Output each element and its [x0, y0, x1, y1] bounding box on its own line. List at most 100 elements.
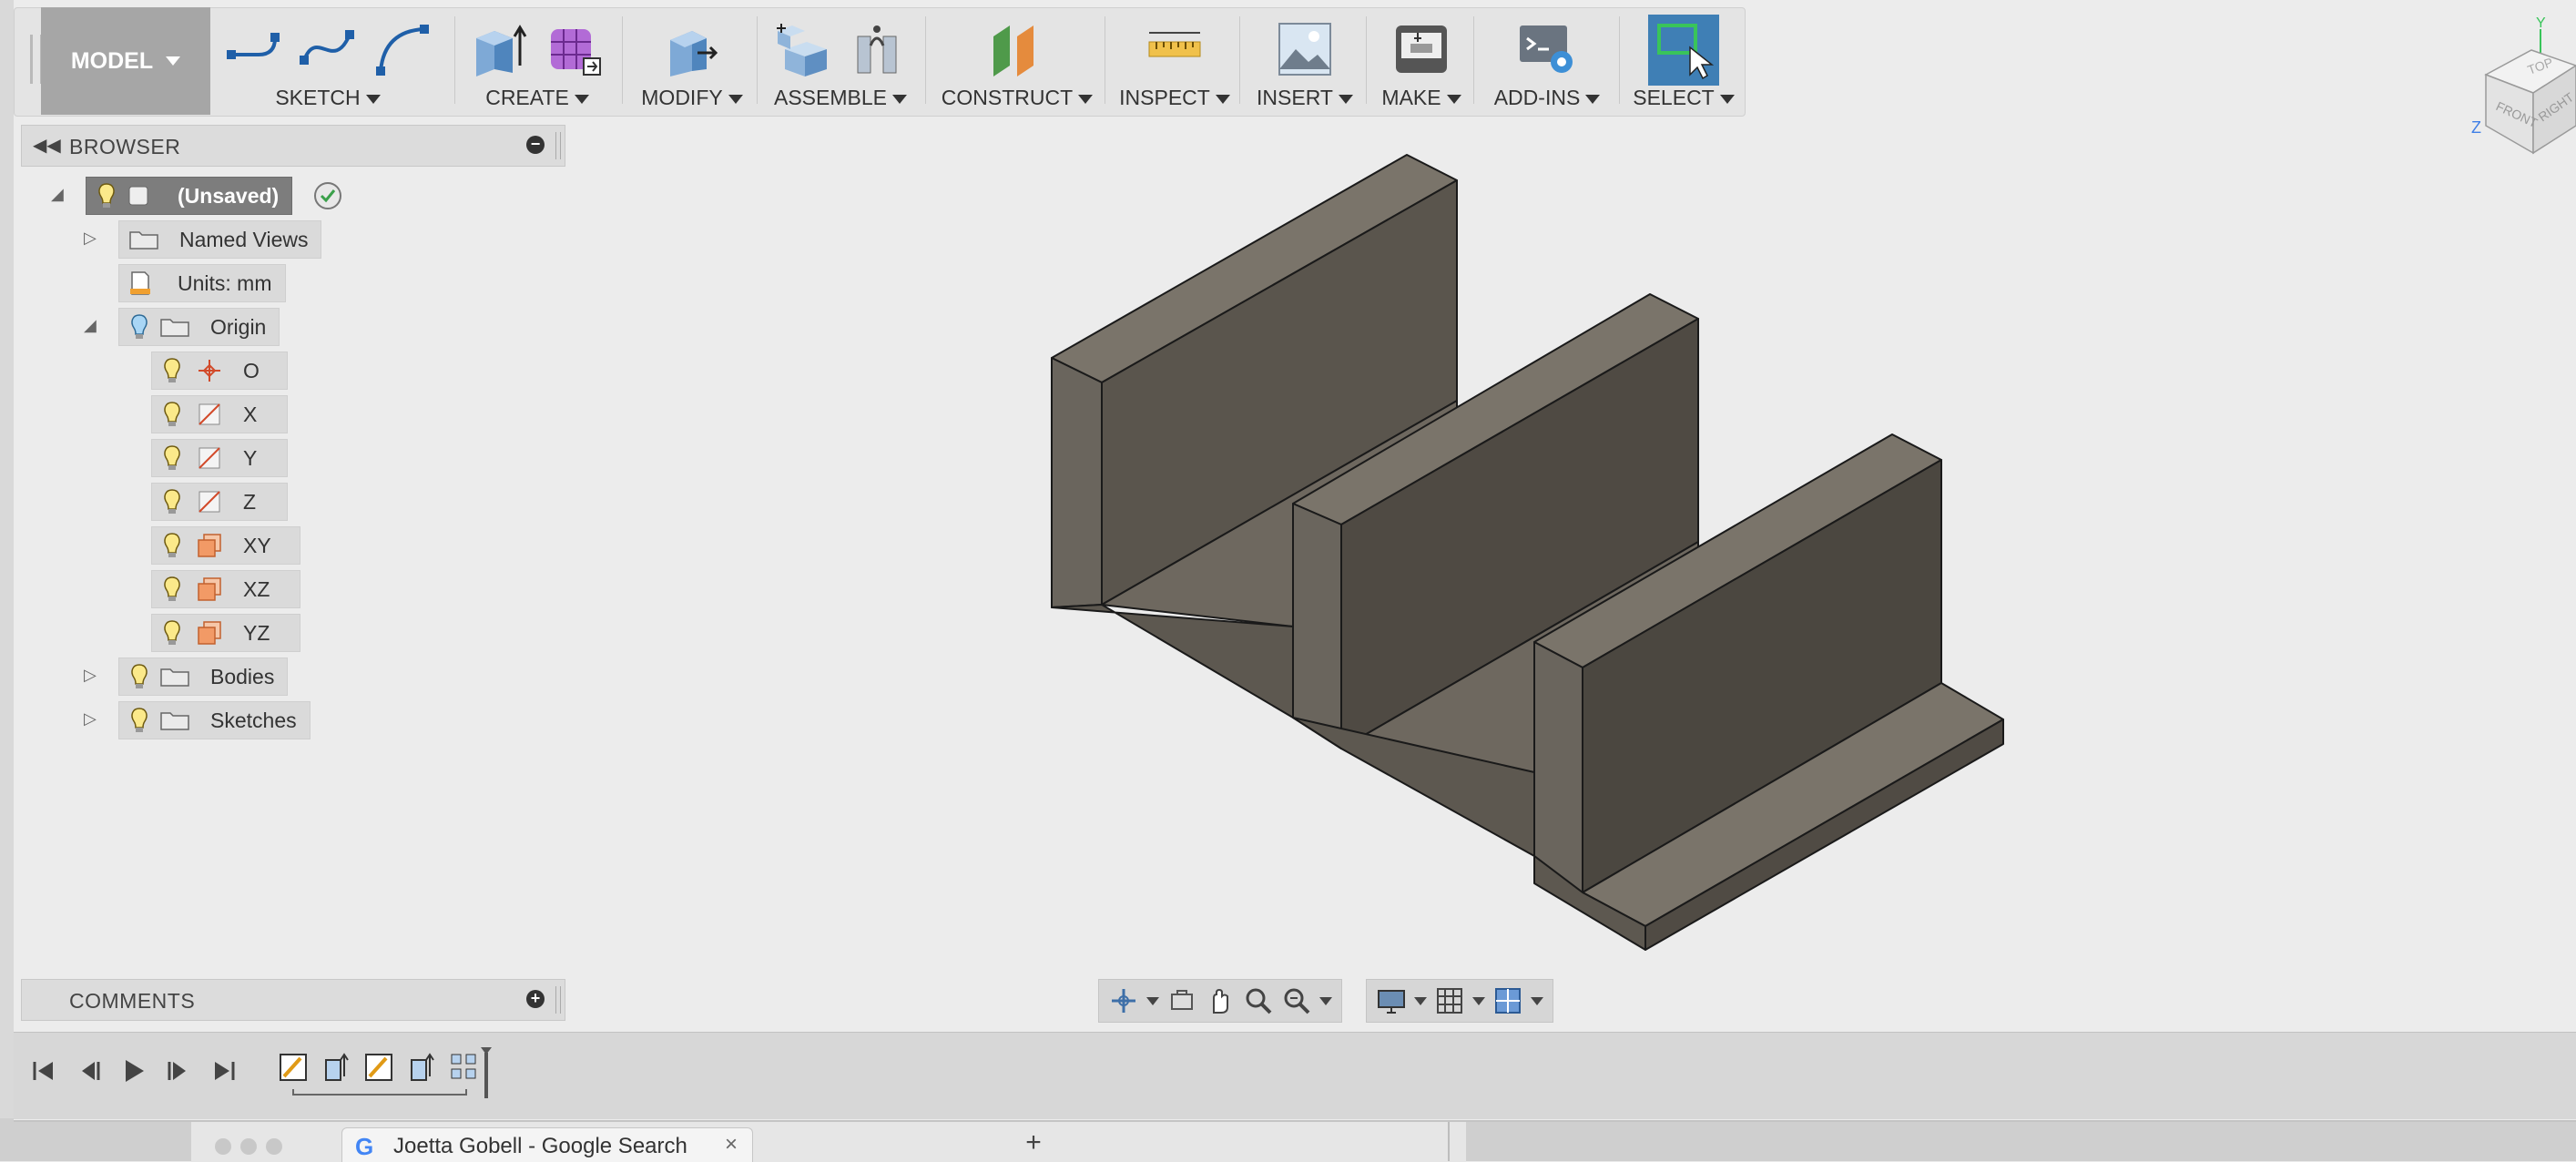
- lightbulb-icon[interactable]: [128, 663, 150, 690]
- sketch-feature-icon[interactable]: [365, 1054, 392, 1081]
- insert-image-icon[interactable]: [1274, 18, 1336, 80]
- lightbulb-icon[interactable]: [161, 619, 183, 647]
- zoom-icon[interactable]: [1243, 985, 1274, 1016]
- lightbulb-icon[interactable]: [128, 707, 150, 734]
- spline-icon[interactable]: [297, 18, 359, 80]
- lightbulb-icon[interactable]: [161, 401, 183, 428]
- fit-zoom-icon[interactable]: [1281, 985, 1312, 1016]
- tree-root-node[interactable]: (Unsaved): [86, 177, 293, 215]
- chevron-down-icon[interactable]: [1472, 996, 1485, 1005]
- left-wall-end-face[interactable]: [1051, 357, 1103, 608]
- expanded-triangle-icon[interactable]: ◢: [84, 316, 97, 335]
- middle-wall-end-face[interactable]: [1292, 503, 1342, 749]
- offset-plane-icon[interactable]: [986, 18, 1048, 80]
- arc-icon[interactable]: [372, 18, 433, 80]
- toolbar-group-modify[interactable]: MODIFY: [628, 7, 756, 115]
- grid-settings-icon[interactable]: [1434, 985, 1465, 1016]
- chevron-down-icon[interactable]: [1319, 996, 1332, 1005]
- toolbar-group-select[interactable]: SELECT: [1624, 7, 1743, 115]
- collapse-panel-icon[interactable]: ◀◀: [33, 134, 61, 157]
- origin-item-point[interactable]: O: [151, 352, 288, 390]
- new-component-icon[interactable]: [772, 18, 834, 80]
- origin-item-yz-plane[interactable]: YZ: [151, 614, 300, 652]
- folder-icon: [160, 668, 189, 687]
- chevron-down-icon[interactable]: [1531, 996, 1543, 1005]
- look-at-icon[interactable]: [1166, 985, 1197, 1016]
- tree-node-origin[interactable]: Origin: [118, 308, 280, 346]
- lightbulb-icon[interactable]: [161, 532, 183, 559]
- expanded-triangle-icon[interactable]: ◢: [51, 185, 64, 204]
- chevron-down-icon[interactable]: [1414, 996, 1427, 1005]
- lightbulb-icon[interactable]: [161, 444, 183, 472]
- comments-panel-header[interactable]: COMMENTS +: [21, 979, 565, 1021]
- go-to-end-icon[interactable]: [208, 1055, 240, 1087]
- lightbulb-icon[interactable]: [128, 313, 150, 341]
- lightbulb-icon[interactable]: [161, 357, 183, 384]
- origin-item-x-axis[interactable]: X: [151, 395, 288, 433]
- extrude-icon[interactable]: [469, 18, 531, 80]
- pan-hand-icon[interactable]: [1205, 985, 1236, 1016]
- pattern-feature-icon[interactable]: [451, 1054, 476, 1079]
- toolbar-group-create[interactable]: CREATE: [460, 7, 615, 115]
- chevron-down-icon[interactable]: [1146, 996, 1159, 1005]
- extrude-feature-icon[interactable]: [325, 1053, 349, 1081]
- workspace-model-button[interactable]: MODEL: [41, 7, 210, 115]
- display-settings-icon[interactable]: [1376, 985, 1407, 1016]
- collapsed-triangle-icon[interactable]: ▷: [84, 666, 97, 685]
- timeline-marker[interactable]: [481, 1047, 492, 1098]
- toolbar-group-make[interactable]: MAKE: [1371, 7, 1471, 115]
- sketch-feature-icon[interactable]: [280, 1054, 307, 1081]
- units-label: Units: mm: [178, 270, 272, 295]
- line-icon[interactable]: [222, 18, 284, 80]
- measure-icon[interactable]: [1144, 18, 1206, 80]
- orbit-icon[interactable]: [1108, 985, 1139, 1016]
- origin-item-xy-plane[interactable]: XY: [151, 526, 300, 565]
- plane-icon: [198, 534, 221, 557]
- toolbar-group-insert[interactable]: INSERT: [1246, 7, 1364, 115]
- origin-item-y-axis[interactable]: Y: [151, 439, 288, 477]
- panel-grip[interactable]: [555, 986, 561, 1014]
- toolbar-group-add-ins[interactable]: ADD-INS: [1479, 7, 1615, 115]
- collapsed-triangle-icon[interactable]: ▷: [84, 709, 97, 729]
- right-wall-end-face[interactable]: [1533, 641, 1583, 893]
- play-icon[interactable]: [117, 1055, 149, 1087]
- plus-icon[interactable]: +: [526, 990, 545, 1008]
- lightbulb-icon[interactable]: [161, 576, 183, 603]
- step-back-icon[interactable]: [73, 1055, 106, 1087]
- make-label: MAKE: [1381, 86, 1441, 109]
- tree-node-sketches[interactable]: Sketches: [118, 701, 311, 739]
- active-checkmark-icon[interactable]: [313, 181, 342, 210]
- 3d-model-viewport[interactable]: [1038, 146, 2040, 965]
- viewcube[interactable]: Y Z TOP FRONT RIGHT: [2459, 9, 2576, 155]
- tree-node-bodies[interactable]: Bodies: [118, 657, 289, 696]
- chevron-down-icon: [1215, 94, 1230, 104]
- toolbar-group-assemble[interactable]: ASSEMBLE: [763, 7, 918, 115]
- joint-icon[interactable]: [847, 18, 909, 80]
- lightbulb-icon[interactable]: [161, 488, 183, 515]
- tab-close-icon[interactable]: ×: [725, 1132, 738, 1157]
- collapsed-triangle-icon[interactable]: ▷: [84, 229, 97, 248]
- browser-panel-header[interactable]: ◀◀ BROWSER −: [21, 125, 565, 167]
- toolbar-group-inspect[interactable]: INSPECT: [1111, 7, 1238, 115]
- background-browser-tab[interactable]: G Joetta Gobell - Google Search ×: [341, 1127, 753, 1162]
- viewports-icon[interactable]: [1492, 985, 1523, 1016]
- tree-node-named-views[interactable]: Named Views: [118, 220, 322, 259]
- lightbulb-icon[interactable]: [96, 182, 117, 209]
- new-tab-button[interactable]: +: [1006, 1127, 1061, 1161]
- minus-icon[interactable]: −: [526, 136, 545, 154]
- origin-item-z-axis[interactable]: Z: [151, 483, 288, 521]
- step-forward-icon[interactable]: [162, 1055, 195, 1087]
- toolbar-group-construct[interactable]: CONSTRUCT: [931, 7, 1104, 115]
- 3d-print-icon[interactable]: [1390, 18, 1452, 80]
- extrude-feature-icon[interactable]: [411, 1053, 434, 1081]
- panel-grip[interactable]: [555, 132, 561, 159]
- form-icon[interactable]: [544, 18, 606, 80]
- origin-item-xz-plane[interactable]: XZ: [151, 570, 300, 608]
- tree-node-units[interactable]: Units: mm: [118, 264, 286, 302]
- press-pull-icon[interactable]: [661, 18, 723, 80]
- select-icon[interactable]: [1648, 15, 1719, 86]
- go-to-start-icon[interactable]: [27, 1055, 60, 1087]
- toolbar-group-sketch[interactable]: SKETCH: [219, 7, 437, 115]
- toolbar-divider: [925, 16, 926, 104]
- scripts-addins-icon[interactable]: [1516, 18, 1578, 80]
